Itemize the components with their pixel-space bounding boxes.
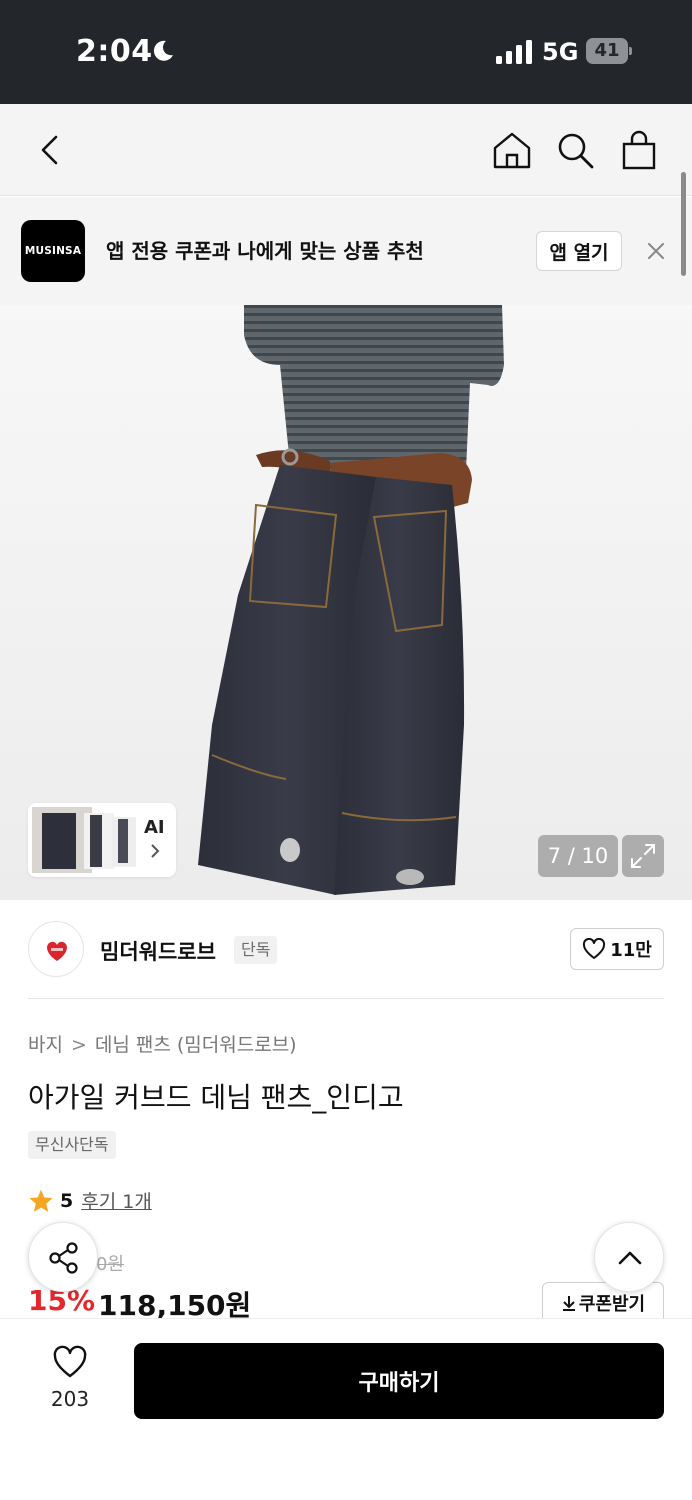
divider	[28, 998, 664, 999]
back-icon[interactable]	[30, 130, 70, 170]
exclusive-badge: 무신사단독	[28, 1131, 116, 1159]
chevron-right-icon	[151, 844, 160, 858]
cart-icon[interactable]	[619, 130, 659, 170]
chevron-up-icon	[618, 1251, 642, 1265]
bottom-purchase-bar: 203 구매하기	[0, 1318, 692, 1500]
brand-like-count: 11만	[610, 940, 652, 961]
scroll-to-top-button[interactable]	[594, 1222, 664, 1292]
open-app-button[interactable]: 앱 열기	[536, 231, 622, 271]
status-bar: 2:04 5G 41	[0, 0, 692, 104]
share-icon	[49, 1242, 78, 1274]
wishlist-count: 203	[50, 1387, 90, 1411]
signal-icon	[496, 40, 532, 64]
banner-message: 앱 전용 쿠폰과 나에게 맞는 상품 추천	[106, 239, 424, 263]
breadcrumb-subcategory[interactable]: 데님 팬츠 (밈더워드로브)	[95, 1034, 297, 1056]
download-icon	[562, 1296, 575, 1311]
brand-like-button[interactable]: 11만	[570, 928, 664, 970]
image-counter: 7 / 10	[538, 835, 618, 877]
rating-summary: 5 후기 1개	[28, 1187, 152, 1214]
top-navigation	[0, 104, 692, 196]
wishlist-button[interactable]: 203	[40, 1345, 100, 1411]
reviews-link[interactable]: 후기 1개	[81, 1187, 152, 1214]
chevron-right-icon: >	[70, 1034, 87, 1056]
app-download-banner: MUSINSA 앱 전용 쿠폰과 나에게 맞는 상품 추천 앱 열기	[0, 197, 692, 305]
share-button[interactable]	[28, 1222, 98, 1292]
close-icon[interactable]	[644, 239, 668, 263]
breadcrumb-category[interactable]: 바지	[28, 1034, 63, 1056]
product-title: 아가일 커브드 데님 팬츠_인디고	[28, 1081, 404, 1114]
moon-icon	[153, 40, 173, 61]
thumbnail-images	[32, 807, 136, 873]
buy-button[interactable]: 구매하기	[134, 1343, 664, 1419]
search-icon[interactable]	[555, 130, 595, 170]
battery-level: 41	[594, 40, 620, 61]
scrollbar[interactable]	[681, 172, 686, 276]
star-icon	[29, 1189, 53, 1212]
brand-exclusive-tag: 단독	[234, 936, 278, 964]
home-icon[interactable]	[492, 130, 532, 170]
brand-name[interactable]: 밈더워드로브	[100, 936, 216, 966]
original-price: 0원	[96, 1254, 125, 1275]
network-type: 5G	[542, 38, 579, 66]
coupon-label: 쿠폰받기	[578, 1294, 646, 1315]
heart-icon	[583, 938, 606, 959]
status-time: 2:04	[76, 34, 153, 69]
rating-score: 5	[60, 1189, 74, 1212]
brand-logo[interactable]	[28, 921, 84, 977]
expand-icon[interactable]	[622, 835, 664, 877]
musinsa-logo: MUSINSA	[21, 220, 85, 282]
product-image-gallery[interactable]: AI 7 / 10	[0, 305, 692, 900]
battery-icon: 41	[586, 38, 632, 64]
heart-icon	[53, 1345, 87, 1378]
breadcrumb: 바지 > 데님 팬츠 (밈더워드로브)	[28, 1030, 297, 1057]
ai-label: AI	[144, 817, 165, 838]
ai-similar-thumbnails[interactable]: AI	[28, 803, 176, 877]
